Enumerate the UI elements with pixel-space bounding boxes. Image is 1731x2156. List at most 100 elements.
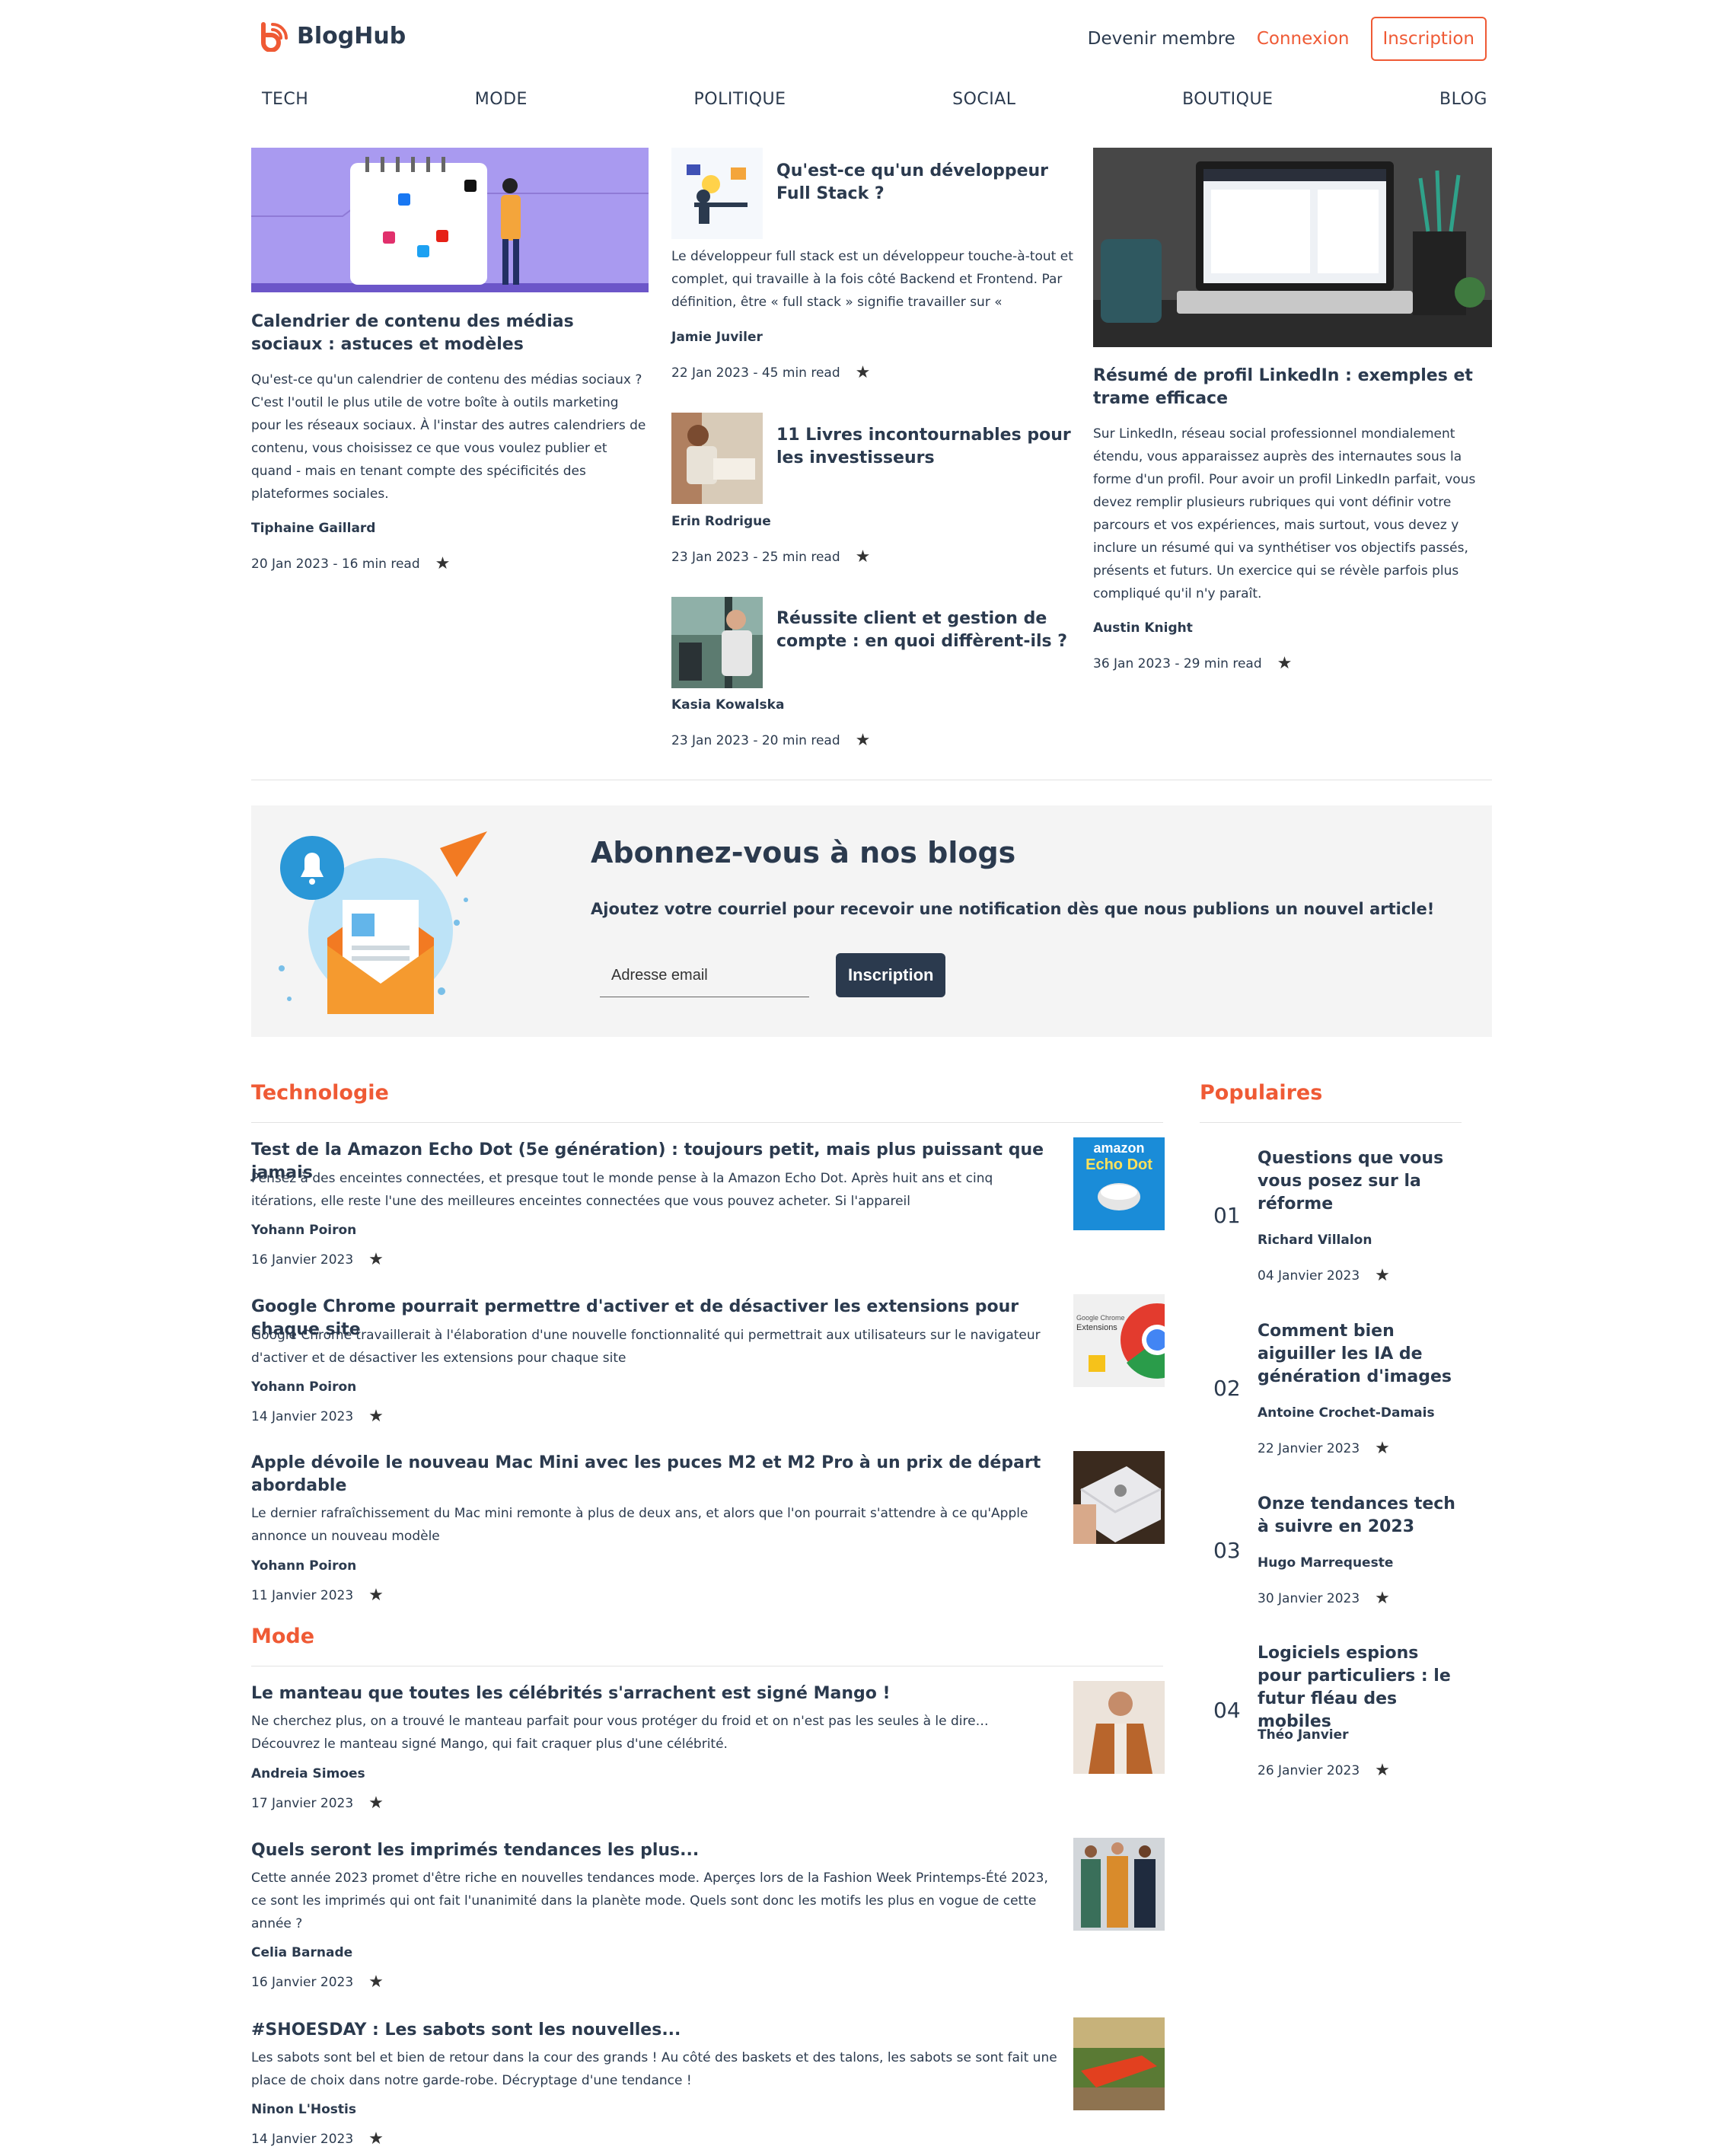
featured-right-meta: 36 Jan 2023 - 29 min read ★ [1093,654,1292,673]
star-icon[interactable]: ★ [368,1407,384,1426]
tech-article-3-title[interactable]: Apple dévoile le nouveau Mac Mini avec l… [251,1452,1058,1497]
tech-article-1-meta: 16 Janvier 2023 ★ [251,1250,384,1269]
mode-article-2-meta: 16 Janvier 2023 ★ [251,1973,384,1992]
newsletter-subscribe-button[interactable]: Inscription [836,953,946,997]
star-icon[interactable]: ★ [856,731,871,750]
tech-article-1-image[interactable]: amazon Echo Dot [1073,1137,1165,1230]
tech-article-3-author[interactable]: Yohann Poiron [251,1558,356,1574]
tech-article-3-image[interactable] [1073,1451,1165,1544]
mode-article-1-image[interactable] [1073,1681,1165,1774]
featured-mid-2-author[interactable]: Erin Rodrigue [671,514,771,529]
popular-item-3-author[interactable]: Hugo Marrequeste [1258,1555,1393,1571]
tech-article-2-date: 14 Janvier 2023 [251,1408,354,1424]
login-link[interactable]: Connexion [1257,29,1350,49]
featured-left-image[interactable] [251,148,649,292]
brand-logo[interactable]: BlogHub [259,20,406,52]
tech-article-1-date: 16 Janvier 2023 [251,1252,354,1268]
star-icon[interactable]: ★ [368,1973,384,1992]
featured-mid-1-title[interactable]: Qu'est-ce qu'un développeur Full Stack ? [776,160,1081,206]
featured-mid-3-author[interactable]: Kasia Kowalska [671,697,784,713]
rss-logo-icon [261,22,288,52]
featured-left-excerpt: Qu'est-ce qu'un calendrier de contenu de… [251,372,646,502]
category-social[interactable]: SOCIAL [952,90,1015,109]
featured-right-image[interactable] [1093,148,1492,347]
mode-article-1-date: 17 Janvier 2023 [251,1795,354,1811]
mode-article-2-title[interactable]: Quels seront les imprimés tendances les … [251,1839,1058,1862]
brand-name: BlogHub [297,22,406,49]
top-navigation: Devenir membre Connexion Inscription [1088,17,1487,61]
category-blog[interactable]: BLOG [1439,90,1487,109]
newsletter-title: Abonnez-vous à nos blogs [591,836,1016,869]
star-icon[interactable]: ★ [368,2129,384,2148]
tech-article-2-author[interactable]: Yohann Poiron [251,1379,356,1395]
featured-mid-3-image[interactable] [671,597,763,688]
mode-article-1-excerpt: Ne cherchez plus, on a trouvé le manteau… [251,1714,989,1752]
mode-article-1-author[interactable]: Andreia Simoes [251,1766,365,1781]
featured-left-author[interactable]: Tiphaine Gaillard [251,521,375,536]
popular-item-4-meta: 26 Janvier 2023 ★ [1258,1761,1390,1780]
popular-item-4-title[interactable]: Logiciels espions pour particuliers : le… [1258,1642,1463,1733]
mode-article-2-image[interactable] [1073,1838,1165,1931]
popular-item-1-author[interactable]: Richard Villalon [1258,1233,1372,1248]
mode-article-1-title[interactable]: Le manteau que toutes les célébrités s'a… [251,1682,1058,1705]
popular-item-3-date: 30 Janvier 2023 [1258,1590,1360,1606]
signup-button[interactable]: Inscription [1370,17,1487,61]
featured-right-title[interactable]: Résumé de profil LinkedIn : exemples et … [1093,365,1492,410]
tech-article-3-date: 11 Janvier 2023 [251,1587,354,1603]
featured-mid-1-author[interactable]: Jamie Juviler [671,330,763,345]
mode-article-3-image[interactable] [1073,2017,1165,2110]
popular-item-2-author[interactable]: Antoine Crochet-Damais [1258,1405,1435,1421]
popular-item-1-title[interactable]: Questions que vous vous posez sur la réf… [1258,1147,1463,1216]
email-input[interactable] [600,955,809,997]
popular-item-3-meta: 30 Janvier 2023 ★ [1258,1589,1390,1608]
category-mode[interactable]: MODE [475,90,528,109]
star-icon[interactable]: ★ [1375,1589,1390,1608]
popular-item-3-title[interactable]: Onze tendances tech à suivre en 2023 [1258,1493,1463,1539]
popular-item-2-title[interactable]: Comment bien aiguiller les IA de générat… [1258,1320,1475,1389]
featured-mid-3-title[interactable]: Réussite client et gestion de compte : e… [776,608,1081,653]
star-icon[interactable]: ★ [435,554,451,573]
star-icon[interactable]: ★ [368,1250,384,1269]
category-boutique[interactable]: BOUTIQUE [1182,90,1273,109]
star-icon[interactable]: ★ [368,1794,384,1813]
mode-article-3-author[interactable]: Ninon L'Hostis [251,2102,356,2117]
star-icon[interactable]: ★ [1375,1266,1390,1285]
featured-mid-1-image[interactable] [671,148,763,239]
popular-item-2-meta: 22 Janvier 2023 ★ [1258,1439,1390,1458]
popular-divider [1200,1122,1462,1123]
tech-article-1-author[interactable]: Yohann Poiron [251,1223,356,1238]
featured-mid-1-excerpt: Le développeur full stack est un dévelop… [671,249,1073,310]
tech-article-3-meta: 11 Janvier 2023 ★ [251,1586,384,1605]
star-icon[interactable]: ★ [368,1586,384,1605]
featured-mid-1-date: 22 Jan 2023 - 45 min read [671,365,840,381]
tech-article-1-excerpt: Pensez à des enceintes connectées, et pr… [251,1171,993,1209]
star-icon[interactable]: ★ [1375,1439,1390,1458]
tech-article-2-image[interactable]: Google Chrome Extensions [1073,1294,1165,1387]
thumb-product-text: Echo Dot [1085,1156,1152,1173]
popular-item-2-date: 22 Janvier 2023 [1258,1440,1360,1456]
thumb-brand-text: Google Chrome [1076,1314,1125,1322]
mode-article-2-author[interactable]: Celia Barnade [251,1945,352,1960]
mode-article-3-date: 14 Janvier 2023 [251,2131,354,2147]
mode-article-3-title[interactable]: #SHOESDAY : Les sabots sont les nouvelle… [251,2019,1058,2042]
mode-article-2-date: 16 Janvier 2023 [251,1974,354,1990]
star-icon[interactable]: ★ [1375,1761,1390,1780]
featured-mid-2-title[interactable]: 11 Livres incontournables pour les inves… [776,424,1081,470]
star-icon[interactable]: ★ [856,547,871,566]
star-icon[interactable]: ★ [1277,654,1293,673]
tech-section-heading[interactable]: Technologie [251,1081,389,1105]
thumb-product-text: Extensions [1076,1323,1117,1332]
category-tech[interactable]: TECH [262,90,308,109]
category-politique[interactable]: POLITIQUE [693,90,786,109]
featured-left-title[interactable]: Calendrier de contenu des médias sociaux… [251,311,649,356]
become-member-link[interactable]: Devenir membre [1088,29,1235,49]
popular-item-4-author[interactable]: Théo Janvier [1258,1727,1349,1743]
featured-mid-2-meta: 23 Jan 2023 - 25 min read ★ [671,547,870,566]
popular-item-1-meta: 04 Janvier 2023 ★ [1258,1266,1390,1285]
popular-section-heading[interactable]: Populaires [1200,1081,1322,1105]
featured-right-author[interactable]: Austin Knight [1093,620,1193,636]
star-icon[interactable]: ★ [856,363,871,382]
featured-mid-2-image[interactable] [671,413,763,504]
mode-section-heading[interactable]: Mode [251,1625,314,1648]
thumb-brand-text: amazon [1093,1140,1145,1156]
